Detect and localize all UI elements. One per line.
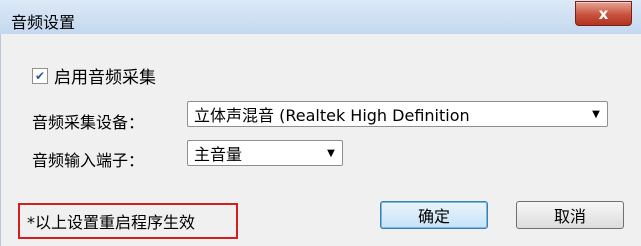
chevron-down-icon: ▼ bbox=[592, 108, 600, 120]
close-button[interactable]: x bbox=[575, 1, 632, 26]
window-title: 音频设置 bbox=[11, 13, 76, 32]
enable-capture-label: 启用音频采集 bbox=[54, 68, 156, 88]
restart-note: *以上设置重启程序生效 bbox=[18, 203, 238, 239]
ok-button[interactable]: 确定 bbox=[380, 201, 488, 229]
input-port-value: 主音量 bbox=[194, 145, 243, 164]
checkmark-icon: ✔ bbox=[34, 68, 46, 83]
chevron-down-icon: ▼ bbox=[327, 147, 335, 159]
title-bar: 音频设置 x bbox=[0, 0, 641, 35]
capture-device-label: 音频采集设备： bbox=[32, 113, 145, 132]
enable-capture-checkbox[interactable]: ✔ bbox=[32, 67, 48, 84]
capture-device-select[interactable]: 立体声混音 (Realtek High Definition ▼ bbox=[187, 101, 608, 127]
input-port-select[interactable]: 主音量 ▼ bbox=[187, 140, 343, 166]
capture-device-value: 立体声混音 (Realtek High Definition bbox=[194, 106, 470, 125]
restart-note-text: *以上设置重启程序生效 bbox=[27, 213, 196, 232]
input-port-label: 音频输入端子： bbox=[32, 151, 145, 170]
cancel-button[interactable]: 取消 bbox=[516, 201, 624, 229]
close-icon: x bbox=[598, 4, 609, 23]
enable-capture-checkbox-row[interactable]: ✔ 启用音频采集 bbox=[32, 63, 156, 88]
